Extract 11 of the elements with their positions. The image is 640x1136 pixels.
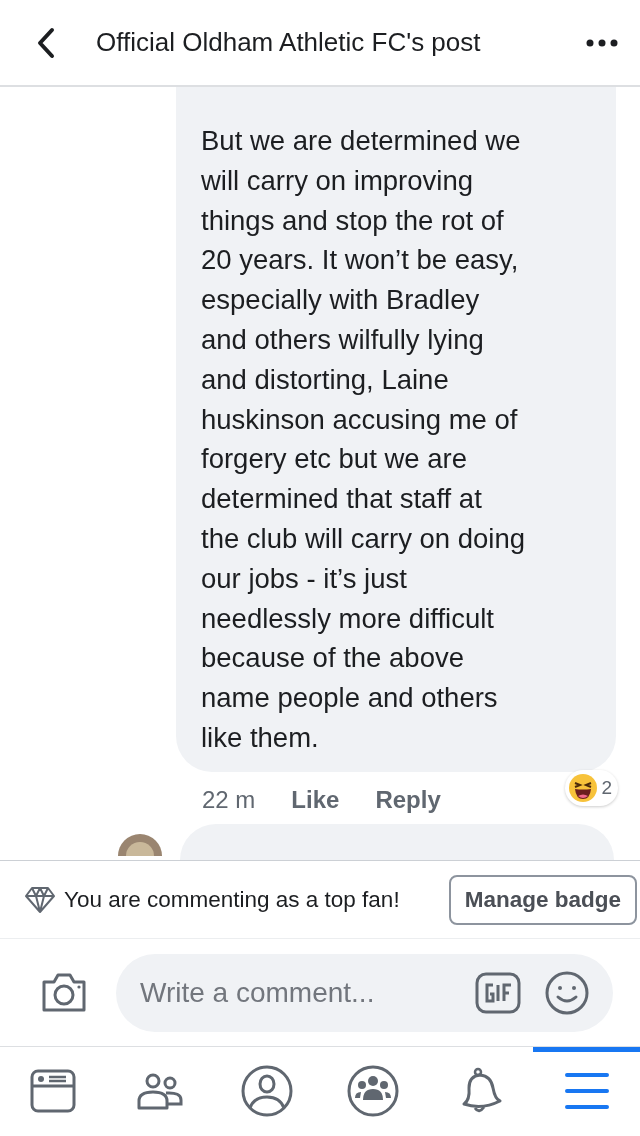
top-fan-message: You are commenting as a top fan!: [64, 886, 400, 913]
reaction-count: 2: [601, 776, 612, 799]
comment-field[interactable]: Write a comment...: [116, 953, 613, 1032]
comment-action[interactable]: Reply: [375, 785, 441, 814]
reaction-badge[interactable]: 2: [565, 769, 618, 806]
comment-text: But we are determined we will carry on improving things and stop the rot of 20 years. It won’t be easy, especially with Bradley and others wilfully lying and distorting, Laine huskinson accusing me of forgery etc but we are determined that staff at the club will carry on doing our jobs - it’s just needlessly more difficult because of the above name people and others like them.: [201, 124, 527, 755]
comment-action[interactable]: Like: [291, 785, 340, 814]
post-title: Official Oldham Athletic FC's post: [96, 27, 482, 58]
comment-time: 22 m: [202, 785, 256, 814]
comment-input[interactable]: Write a comment...: [140, 976, 451, 1009]
manage-badge-button[interactable]: Manage badge: [448, 874, 637, 925]
